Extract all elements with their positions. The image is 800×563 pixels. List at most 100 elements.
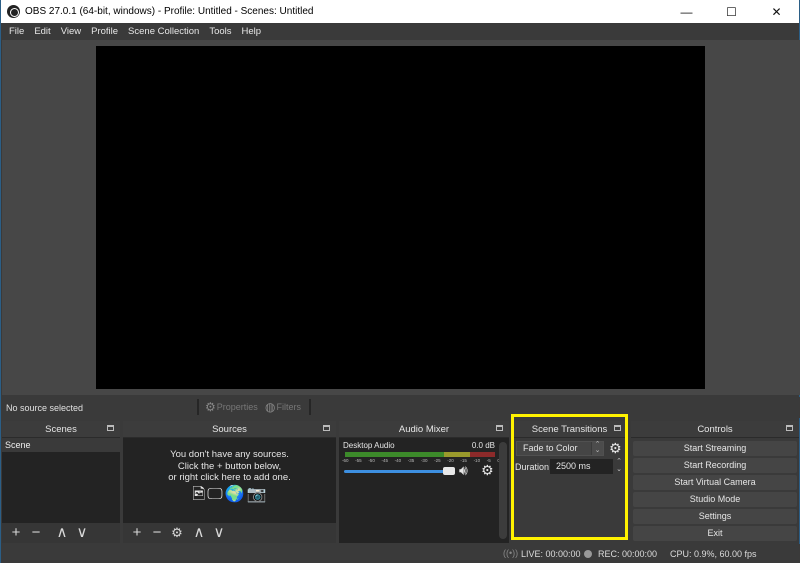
undock-icon[interactable] xyxy=(614,425,621,431)
broadcast-icon: ((•)) xyxy=(503,548,519,558)
sources-footer: + − ⚙ ∧ ∨ xyxy=(123,523,336,543)
start-streaming-button[interactable]: Start Streaming xyxy=(633,441,797,456)
filters-icon: ◍ xyxy=(265,400,276,414)
menu-profile[interactable]: Profile xyxy=(86,26,123,37)
audio-mixer-dock-title: Audio Mixer xyxy=(339,421,509,437)
exit-button[interactable]: Exit xyxy=(633,526,797,541)
move-source-up-button[interactable]: ∧ xyxy=(189,524,209,542)
move-scene-up-button[interactable]: ∧ xyxy=(52,524,72,542)
close-button[interactable]: ✕ xyxy=(754,0,799,23)
volume-slider-handle[interactable] xyxy=(443,467,455,475)
menu-file[interactable]: File xyxy=(4,26,29,37)
status-bar: ((•)) LIVE: 00:00:00 REC: 00:00:00 CPU: … xyxy=(2,544,800,563)
sources-dock-title: Sources xyxy=(123,421,336,437)
meter-tick-label: -50 xyxy=(368,458,375,463)
add-source-button[interactable]: + xyxy=(127,524,147,542)
source-properties-button[interactable]: ⚙ xyxy=(167,524,187,542)
image-icon: 🖻 xyxy=(192,486,206,503)
menu-bar: File Edit View Profile Scene Collection … xyxy=(1,23,799,40)
sources-dock: Sources You don't have any sources. Clic… xyxy=(123,421,336,543)
channel-name: Desktop Audio xyxy=(343,441,395,450)
studio-mode-button[interactable]: Studio Mode xyxy=(633,492,797,507)
move-source-down-button[interactable]: ∨ xyxy=(209,524,229,542)
scene-transitions-dock-title: Scene Transitions xyxy=(512,421,627,437)
menu-view[interactable]: View xyxy=(56,26,86,37)
gear-icon[interactable]: ⚙ xyxy=(481,462,494,479)
preview-canvas[interactable] xyxy=(96,46,705,389)
remove-scene-button[interactable]: − xyxy=(26,524,46,542)
audio-mixer-body: Desktop Audio 0.0 dB -60 -55 -50 -45 -40 -35-… xyxy=(339,438,509,543)
volume-slider-track[interactable] xyxy=(344,470,454,473)
scene-list-item[interactable]: Scene xyxy=(2,438,120,452)
start-virtual-camera-button[interactable]: Start Virtual Camera xyxy=(633,475,797,490)
controls-dock: Controls Start Streaming Start Recording… xyxy=(631,421,799,543)
globe-icon: 🌍 xyxy=(224,486,245,503)
channel-level: 0.0 dB xyxy=(471,441,495,450)
scene-transitions-title: Scene Transitions xyxy=(531,423,608,435)
minimize-button[interactable]: — xyxy=(664,0,709,23)
source-type-icons: 🖻 🖵 🌍 📷 xyxy=(123,486,336,504)
scenes-dock-title: Scenes xyxy=(2,421,120,437)
live-timer: LIVE: 00:00:00 xyxy=(521,549,581,559)
move-scene-down-button[interactable]: ∨ xyxy=(72,524,92,542)
meter-yellow-zone xyxy=(444,452,470,457)
chevron-down-icon[interactable]: ⌄ xyxy=(614,466,624,474)
duration-label: Duration xyxy=(515,462,550,472)
scenes-title: Scenes xyxy=(45,423,77,435)
properties-label: Properties xyxy=(216,402,258,412)
empty-sources-message: You don't have any sources. Click the + … xyxy=(123,449,336,484)
scene-transitions-dock: Scene Transitions Fade to Color ⌃ ⌄ ⚙ Dur… xyxy=(512,421,627,543)
transition-select[interactable]: Fade to Color ⌃ ⌄ xyxy=(516,441,604,456)
chevron-updown-icon: ⌃ ⌄ xyxy=(591,441,603,455)
camera-icon: 📷 xyxy=(246,486,267,503)
menu-edit[interactable]: Edit xyxy=(29,26,55,37)
meter-tick-label: -20 xyxy=(447,458,454,463)
undock-icon[interactable] xyxy=(323,425,330,431)
controls-body: Start Streaming Start Recording Start Vi… xyxy=(631,438,799,543)
undock-icon[interactable] xyxy=(786,425,793,431)
add-scene-button[interactable]: + xyxy=(6,524,26,542)
obs-logo-icon xyxy=(7,5,20,18)
duration-stepper[interactable]: ⌃ ⌄ xyxy=(614,458,624,474)
filters-button[interactable]: ◍ Filters xyxy=(265,400,301,414)
duration-input[interactable]: 2500 ms xyxy=(550,459,613,474)
menu-tools[interactable]: Tools xyxy=(204,26,236,37)
maximize-button[interactable]: ☐ xyxy=(709,0,754,23)
gear-icon: ⚙ xyxy=(205,400,216,414)
settings-button[interactable]: Settings xyxy=(633,509,797,524)
scenes-footer: + − ∧ ∨ xyxy=(2,523,120,543)
title-bar: OBS 27.0.1 (64-bit, windows) - Profile: … xyxy=(1,0,799,23)
start-recording-button[interactable]: Start Recording xyxy=(633,458,797,473)
rec-timer: REC: 00:00:00 xyxy=(598,549,658,559)
meter-tick-label: -35 xyxy=(407,458,415,463)
meter-tick-label: -55 xyxy=(355,458,362,463)
mixer-scrollbar[interactable] xyxy=(499,442,507,539)
source-toolbar: No source selected ⚙ Properties ◍ Filter… xyxy=(2,397,800,418)
speaker-icon[interactable]: 🔊︎ xyxy=(459,462,468,479)
controls-title: Controls xyxy=(697,423,733,435)
menu-help[interactable]: Help xyxy=(237,26,267,37)
gear-icon[interactable]: ⚙ xyxy=(609,440,622,457)
meter-tick-label: -60 xyxy=(342,458,349,463)
record-dot-icon xyxy=(584,550,592,558)
undock-icon[interactable] xyxy=(496,425,503,431)
cpu-fps: CPU: 0.9%, 60.00 fps xyxy=(670,549,757,559)
filters-label: Filters xyxy=(276,402,301,412)
volume-meter xyxy=(345,452,495,457)
scene-transitions-body: Fade to Color ⌃ ⌄ ⚙ Duration 2500 ms ⌃ ⌄ xyxy=(512,438,627,543)
meter-green-zone xyxy=(345,452,444,457)
properties-button[interactable]: ⚙ Properties xyxy=(205,400,258,414)
meter-tick-label: -25 xyxy=(434,458,441,463)
menu-scene-collection[interactable]: Scene Collection xyxy=(123,26,204,37)
undock-icon[interactable] xyxy=(107,425,114,431)
remove-source-button[interactable]: − xyxy=(147,524,167,542)
meter-tick-label: -10 xyxy=(473,458,481,463)
sources-title: Sources xyxy=(212,423,247,435)
chevron-up-icon[interactable]: ⌃ xyxy=(614,458,624,466)
audio-mixer-dock: Audio Mixer Desktop Audio 0.0 dB -60 -55 -… xyxy=(339,421,509,543)
meter-tick-label: -45 xyxy=(381,458,388,463)
meter-tick-label: -40 xyxy=(394,458,402,463)
meter-tick-label: -30 xyxy=(420,458,428,463)
empty-line: Click the + button below, xyxy=(177,460,282,472)
empty-line: or right click here to add one. xyxy=(168,472,291,483)
